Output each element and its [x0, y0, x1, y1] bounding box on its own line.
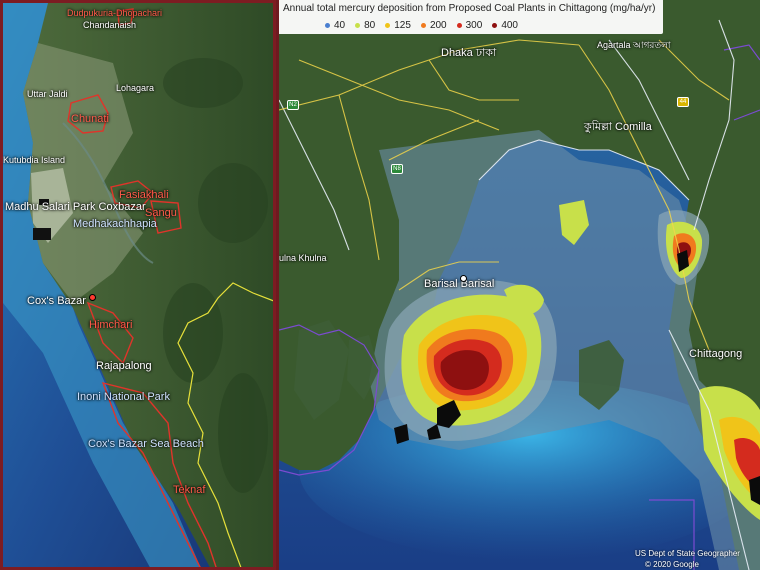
road-shield: 44	[677, 97, 689, 107]
place-label: Chandanaish	[83, 20, 137, 30]
legend-label: 80	[364, 20, 376, 31]
legend-label: 300	[465, 20, 483, 31]
place-label: Himchari	[89, 319, 133, 331]
place-marker	[460, 275, 467, 282]
legend-swatch	[385, 23, 391, 28]
legend-label: 400	[501, 20, 518, 31]
place-label: Lohagara	[116, 83, 155, 93]
place-label: Teknaf	[173, 484, 206, 496]
map-legend: Annual total mercury deposition from Pro…	[279, 0, 664, 34]
place-label: Inoni National Park	[77, 391, 170, 403]
place-label: Kutubdia Island	[3, 155, 66, 165]
place-label: Chunati	[71, 113, 109, 125]
legend-item-300: 300	[456, 20, 483, 31]
legend-label: 40	[334, 20, 346, 31]
road-shield: N2	[287, 100, 299, 110]
legend-label: 125	[394, 20, 411, 31]
legend-item-80: 80	[355, 20, 375, 31]
place-label: Uttar Jaldi	[27, 89, 68, 99]
place-label-barisal: Barisal Barisal	[424, 278, 495, 290]
place-label-chittagong: Chittagong	[689, 348, 743, 360]
legend-swatch	[420, 23, 426, 28]
place-label-dhaka: Dhaka ঢাকা	[441, 47, 497, 59]
right-map-panel[interactable]: Annual total mercury deposition from Pro…	[279, 0, 760, 570]
place-label: Dudpukuria-Dhopachari	[67, 8, 163, 18]
legend-item-125: 125	[385, 20, 411, 31]
place-label: Cox's Bazar Sea Beach	[88, 438, 204, 450]
road-shield: N8	[391, 164, 403, 174]
place-label: Rajapalong	[96, 360, 152, 372]
left-map-panel[interactable]: Dudpukuria-Dhopachari Chandanaish Uttar …	[0, 0, 276, 570]
legend-item-400: 400	[492, 20, 518, 31]
legend-swatch	[355, 23, 361, 28]
place-label: Fasiakhali	[119, 189, 169, 201]
deposition-map-canvas	[279, 0, 760, 570]
place-label: Medhakachhapia	[73, 218, 157, 230]
place-marker	[89, 294, 96, 301]
attribution-google: © 2020 Google	[645, 560, 699, 569]
place-label-comilla: কুমিল্লা Comilla	[584, 121, 652, 133]
legend-title: Annual total mercury deposition from Pro…	[283, 3, 656, 14]
place-label-agartala: Agartala আগরতলা	[597, 40, 671, 50]
legend-label: 200	[429, 20, 447, 31]
legend-swatch	[492, 23, 498, 28]
place-label-khulna: ulna Khulna	[279, 253, 327, 263]
legend-swatch	[325, 23, 330, 28]
legend-item-40: 40	[325, 20, 345, 31]
legend-item-200: 200	[420, 20, 447, 31]
attribution-geographer: US Dept of State Geographer	[635, 549, 740, 558]
legend-swatch	[456, 23, 462, 28]
place-label: Madhu Salari Park Coxbazar	[5, 201, 146, 213]
place-label: Cox's Bazar	[27, 295, 86, 307]
